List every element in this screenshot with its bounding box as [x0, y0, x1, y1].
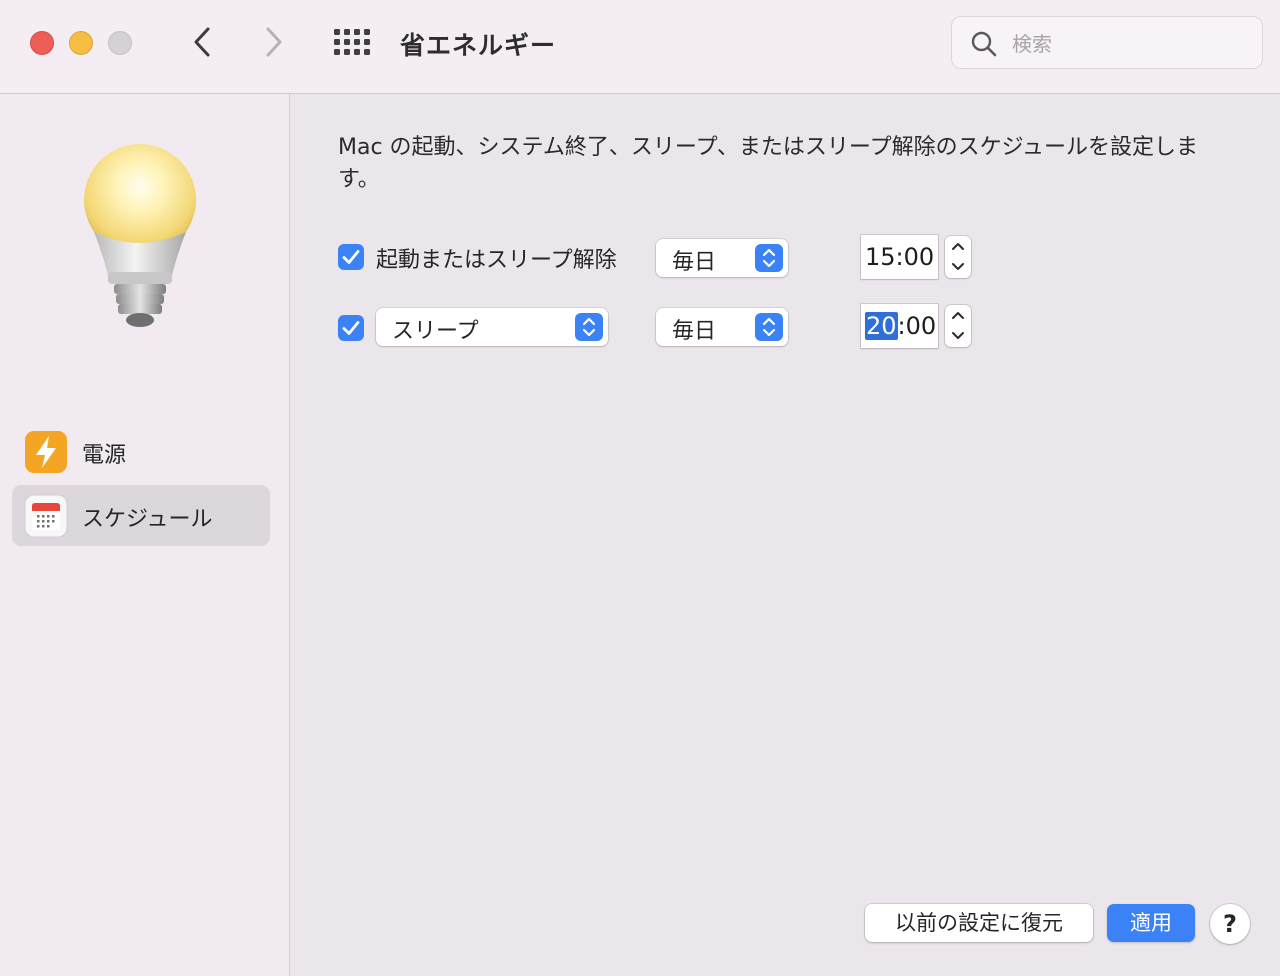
zoom-button[interactable] [108, 31, 132, 55]
sleep-time-stepper[interactable] [945, 305, 971, 347]
sleep-frequency-popup[interactable]: 毎日 [656, 308, 788, 346]
stepper-down-button[interactable] [945, 326, 971, 347]
popup-value: 毎日 [672, 319, 717, 344]
search-icon [971, 31, 997, 57]
apply-button[interactable]: 適用 [1107, 904, 1195, 942]
sleep-checkbox[interactable] [338, 315, 364, 341]
up-down-arrows-icon [755, 313, 783, 341]
forward-button[interactable] [256, 24, 292, 60]
time-separator: : [897, 312, 906, 340]
up-down-arrows-icon [755, 244, 783, 272]
wake-checkbox[interactable] [338, 244, 364, 270]
back-button[interactable] [184, 24, 220, 60]
sidebar-item-schedule[interactable]: スケジュール [12, 485, 270, 546]
lightning-bolt-icon [25, 431, 67, 473]
calendar-icon [24, 494, 68, 538]
chevron-left-icon [194, 27, 210, 57]
schedule-description: Mac の起動、システム終了、スリープ、またはスリープ解除のスケジュールを設定し… [338, 135, 1199, 192]
up-down-arrows-icon [575, 313, 603, 341]
stepper-down-button[interactable] [945, 257, 971, 278]
chevron-up-icon [952, 312, 964, 319]
checkmark-icon [342, 250, 360, 264]
sleep-time-field[interactable]: 20:00 [861, 304, 938, 348]
help-button[interactable]: ? [1210, 904, 1250, 944]
show-all-button[interactable] [332, 26, 372, 58]
sidebar-item-label: スケジュール [82, 507, 213, 532]
light-bulb-icon [84, 144, 196, 327]
minute-segment[interactable]: 00 [904, 243, 935, 271]
chevron-down-icon [952, 263, 964, 270]
wake-time-stepper[interactable] [945, 236, 971, 278]
sidebar: 電源 スケジュール [0, 94, 290, 976]
minute-segment[interactable]: 00 [906, 312, 937, 340]
popup-value: 毎日 [672, 250, 717, 275]
search-field[interactable] [951, 16, 1263, 69]
grid-icon [334, 29, 370, 55]
sidebar-item-label: 電源 [82, 443, 127, 468]
hour-segment[interactable]: 15 [865, 243, 896, 271]
checkmark-icon [342, 321, 360, 335]
time-separator: : [895, 243, 904, 271]
stepper-up-button[interactable] [945, 305, 971, 326]
search-input[interactable] [1010, 27, 1254, 61]
wake-label: 起動またはスリープ解除 [376, 248, 617, 273]
sidebar-item-power[interactable]: 電源 [12, 421, 270, 482]
minimize-button[interactable] [69, 31, 93, 55]
sleep-action-popup[interactable]: スリープ [376, 308, 608, 346]
popup-value: スリープ [392, 319, 479, 344]
restore-defaults-button[interactable]: 以前の設定に復元 [865, 904, 1093, 942]
title-bar: 省エネルギー [0, 0, 1280, 94]
window-title: 省エネルギー [400, 31, 557, 60]
chevron-down-icon [952, 332, 964, 339]
wake-time-field[interactable]: 15:00 [861, 235, 938, 279]
chevron-right-icon [266, 27, 282, 57]
close-button[interactable] [30, 31, 54, 55]
chevron-up-icon [952, 243, 964, 250]
stepper-up-button[interactable] [945, 236, 971, 257]
schedule-panel: Mac の起動、システム終了、スリープ、またはスリープ解除のスケジュールを設定し… [290, 94, 1280, 976]
wake-frequency-popup[interactable]: 毎日 [656, 239, 788, 277]
hour-segment-selected[interactable]: 20 [865, 312, 898, 340]
